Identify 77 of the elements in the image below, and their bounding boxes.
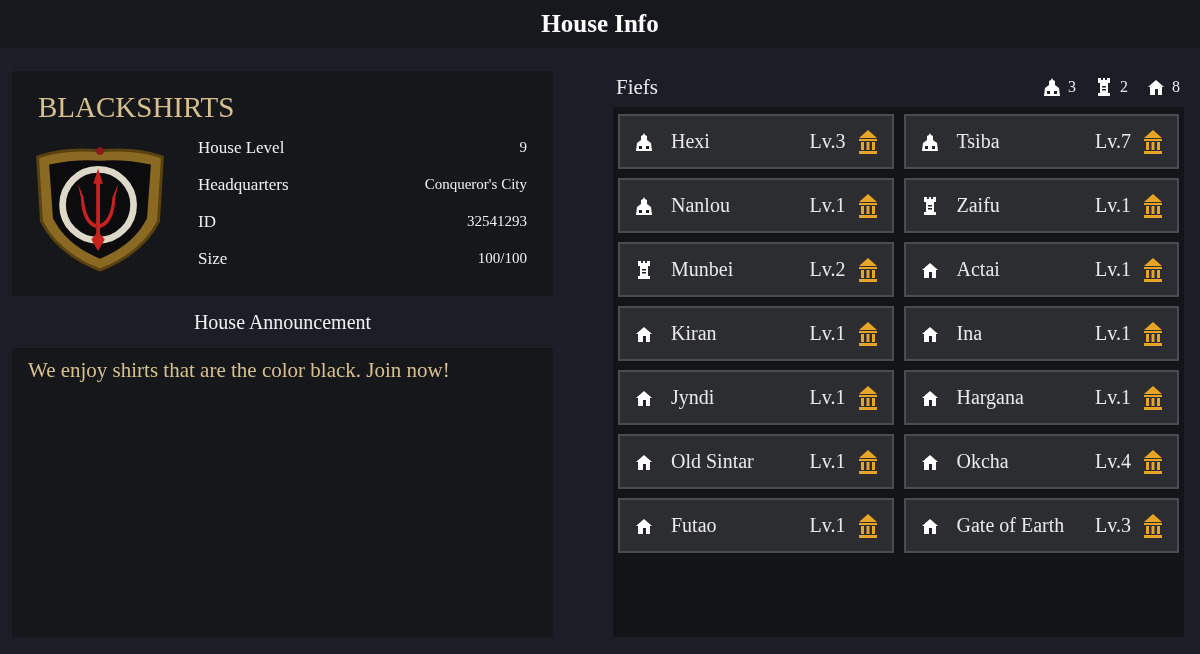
fief-name: Tsiba: [956, 130, 1001, 153]
house-icon: [1146, 77, 1166, 97]
fief-card[interactable]: Tsiba Lv.7: [903, 114, 1179, 169]
fief-name: Futao: [671, 514, 718, 537]
fief-level: Lv.3: [809, 130, 846, 153]
fief-name: Okcha: [956, 450, 1010, 473]
fief-level: Lv.3: [1095, 514, 1131, 537]
fief-count: 2: [1120, 78, 1128, 96]
temple-icon: [857, 448, 878, 475]
stat-label: Size: [198, 248, 228, 269]
fief-name: Nanlou: [671, 194, 731, 217]
temple-icon: [1143, 256, 1163, 283]
fief-level: Lv.1: [1095, 194, 1131, 217]
temple-icon: [857, 256, 878, 283]
temple-icon: [857, 192, 878, 219]
temple-icon: [1143, 320, 1163, 347]
temple-icon: [1143, 384, 1163, 411]
fief-card[interactable]: Zaifu Lv.1: [903, 178, 1179, 233]
house-name: BLACKSHIRTS: [37, 91, 236, 124]
fief-level: Lv.1: [809, 194, 846, 217]
temple-icon: [857, 512, 878, 539]
fief-card[interactable]: Old Sintar Lv.1: [618, 434, 894, 489]
chapel-icon: [634, 195, 654, 216]
temple-icon: [857, 320, 878, 347]
fief-level: Lv.1: [809, 514, 846, 537]
fief-name: Gate of Earth: [956, 514, 1066, 537]
fief-level: Lv.1: [1095, 322, 1131, 345]
stat-label: House Level: [198, 137, 285, 158]
fief-card[interactable]: Hexi Lv.3: [618, 114, 894, 169]
chapel-icon: [1042, 77, 1062, 97]
fief-level: Lv.7: [1095, 130, 1131, 153]
fief-card[interactable]: Hargana Lv.1: [903, 370, 1179, 425]
fief-name: Hexi: [671, 130, 711, 153]
fief-card[interactable]: Actai Lv.1: [903, 242, 1179, 297]
fief-level: Lv.1: [809, 322, 846, 345]
temple-icon: [1143, 192, 1163, 219]
fief-level: Lv.1: [1095, 258, 1131, 281]
chapel-icon: [634, 131, 654, 152]
announcement-text: We enjoy shirts that are the color black. Join now!: [28, 358, 450, 382]
fief-card[interactable]: Okcha Lv.4: [903, 434, 1179, 489]
fief-level: Lv.4: [1095, 450, 1131, 473]
fief-name: Munbei: [671, 258, 735, 281]
stat-label: ID: [198, 211, 216, 232]
temple-icon: [1143, 128, 1163, 155]
fief-name: Zaifu: [956, 194, 1001, 217]
stat-label: Headquarters: [198, 174, 289, 195]
stat-value: Conqueror's City: [424, 176, 527, 193]
announcement-heading: House Announcement: [193, 310, 372, 334]
page-title: House Info: [541, 10, 659, 38]
fief-card[interactable]: Ina Lv.1: [903, 306, 1179, 361]
fief-level: Lv.1: [1095, 386, 1131, 409]
fief-card[interactable]: Munbei Lv.2: [618, 242, 894, 297]
stat-value: 100/100: [477, 250, 527, 267]
fief-name: Actai: [956, 258, 1001, 281]
fief-count: 3: [1068, 78, 1076, 96]
fief-level: Lv.2: [809, 258, 846, 281]
temple-icon: [1143, 512, 1163, 539]
stat-value: 32541293: [467, 213, 527, 230]
chapel-icon: [919, 131, 940, 152]
temple-icon: [1143, 448, 1163, 475]
fief-count: 8: [1172, 78, 1180, 96]
fiefs-title: Fiefs: [616, 74, 658, 100]
fief-name: Hargana: [956, 386, 1025, 409]
fief-card[interactable]: Gate of Earth Lv.3: [903, 498, 1179, 553]
fief-name: Ina: [956, 322, 984, 345]
fief-name: Jyndi: [671, 386, 716, 409]
fief-level: Lv.1: [809, 450, 846, 473]
fief-card[interactable]: Kiran Lv.1: [618, 306, 894, 361]
fief-name: Old Sintar: [671, 450, 755, 473]
fief-level: Lv.1: [809, 386, 846, 409]
fief-name: Kiran: [671, 322, 718, 345]
fief-card[interactable]: Nanlou Lv.1: [618, 178, 894, 233]
temple-icon: [857, 128, 878, 155]
fief-card[interactable]: Jyndi Lv.1: [618, 370, 894, 425]
stat-value: 9: [519, 139, 527, 156]
fief-card[interactable]: Futao Lv.1: [618, 498, 894, 553]
temple-icon: [857, 384, 878, 411]
